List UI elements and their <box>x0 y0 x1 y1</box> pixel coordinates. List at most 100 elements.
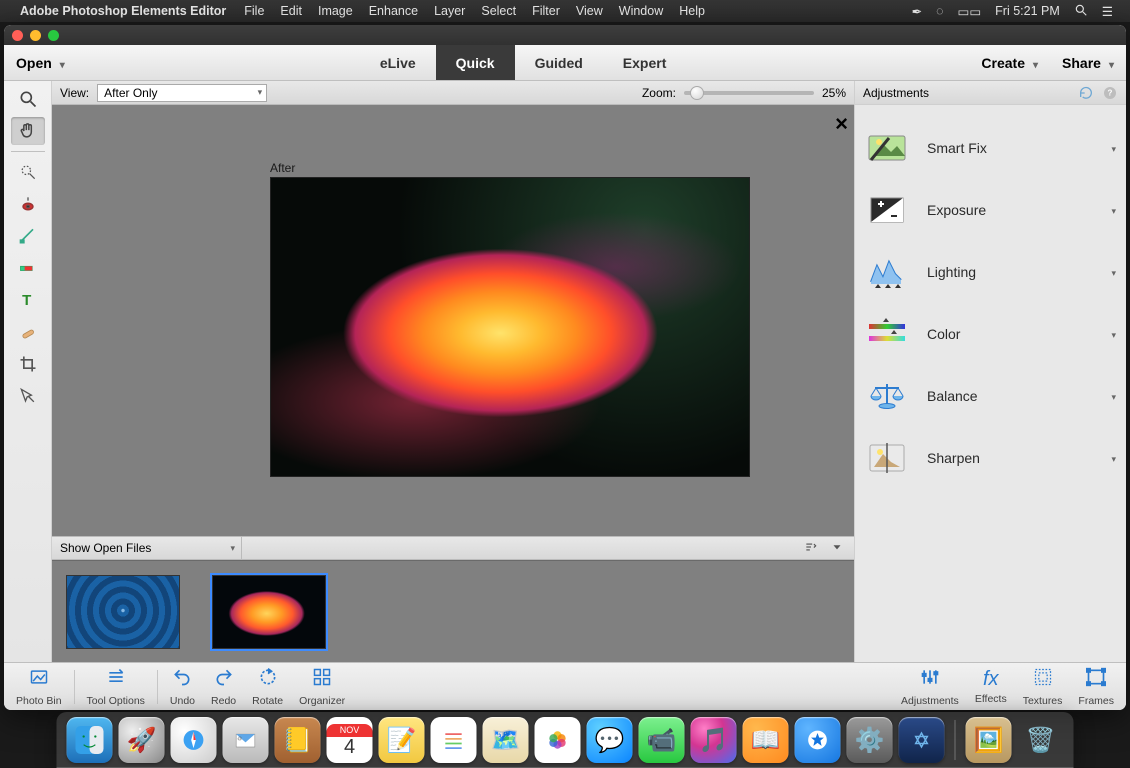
reset-adjustments-icon[interactable] <box>1078 85 1094 101</box>
crop-tool[interactable] <box>11 350 45 378</box>
dock-messages[interactable]: 💬 <box>587 717 633 763</box>
menu-layer[interactable]: Layer <box>434 4 465 18</box>
textures-button[interactable]: Textures <box>1015 665 1071 709</box>
effects-button[interactable]: fxEffects <box>967 665 1015 709</box>
dock-appstore[interactable] <box>795 717 841 763</box>
tool-options-button[interactable]: Tool Options <box>79 665 153 709</box>
close-document-button[interactable]: × <box>835 111 848 137</box>
type-tool[interactable]: T <box>11 286 45 314</box>
displays-status-icon[interactable]: ▭▭ <box>958 4 982 19</box>
organizer-button[interactable]: Organizer <box>291 665 353 709</box>
menu-enhance[interactable]: Enhance <box>369 4 418 18</box>
red-eye-tool[interactable] <box>11 190 45 218</box>
adjustment-exposure[interactable]: Exposure <box>855 179 1126 241</box>
selection-brush-tool[interactable] <box>11 254 45 282</box>
clock[interactable]: Fri 5:21 PM <box>995 4 1060 18</box>
adjustment-sharpen[interactable]: Sharpen <box>855 427 1126 489</box>
dock-facetime[interactable]: 📹 <box>639 717 685 763</box>
creative-cloud-status-icon[interactable]: ◌ <box>936 4 943 18</box>
window-titlebar[interactable] <box>4 25 1126 45</box>
help-icon[interactable]: ? <box>1102 85 1118 101</box>
menu-file[interactable]: File <box>244 4 264 18</box>
menu-help[interactable]: Help <box>679 4 705 18</box>
zoom-slider[interactable] <box>684 91 814 95</box>
menu-filter[interactable]: Filter <box>532 4 560 18</box>
dock-photos[interactable] <box>535 717 581 763</box>
zoom-tool[interactable] <box>11 85 45 113</box>
view-mode-dropdown[interactable]: After Only <box>97 84 267 102</box>
adjustment-label: Color <box>927 326 1093 342</box>
lighting-icon <box>865 254 909 290</box>
menu-window[interactable]: Window <box>619 4 663 18</box>
adjustments-tab-button[interactable]: Adjustments <box>893 665 967 709</box>
dock-calendar[interactable]: NOV 4 <box>327 717 373 763</box>
share-button[interactable]: Share <box>1050 55 1126 71</box>
window-minimize-button[interactable] <box>30 30 41 41</box>
spotlight-icon[interactable] <box>1074 3 1088 20</box>
dock-system-preferences[interactable]: ⚙️ <box>847 717 893 763</box>
dock-ibooks[interactable]: 📖 <box>743 717 789 763</box>
hand-tool[interactable] <box>11 117 45 145</box>
adjustment-smart-fix[interactable]: Smart Fix <box>855 117 1126 179</box>
dock-launchpad[interactable]: 🚀 <box>119 717 165 763</box>
adjustments-icon <box>919 667 941 693</box>
bb-label: Frames <box>1078 695 1114 707</box>
dock-finder[interactable] <box>67 717 113 763</box>
top-toolbar: Open eLive Quick Guided Expert Create Sh… <box>4 45 1126 81</box>
tab-quick[interactable]: Quick <box>436 45 515 80</box>
rotate-button[interactable]: Rotate <box>244 665 291 709</box>
notification-center-icon[interactable]: ☰ <box>1102 4 1113 19</box>
canvas-view-label: After <box>270 161 295 175</box>
chevron-down-icon <box>1109 55 1114 71</box>
dock-reminders[interactable] <box>431 717 477 763</box>
menu-edit[interactable]: Edit <box>280 4 302 18</box>
toolbox: T <box>4 81 52 662</box>
create-button[interactable]: Create <box>969 55 1050 71</box>
whiten-teeth-tool[interactable] <box>11 222 45 250</box>
dock-contacts[interactable]: 📒 <box>275 717 321 763</box>
adjustments-panel: Adjustments ? Smart Fix Exposure <box>854 81 1126 662</box>
dock-mail[interactable]: @ <box>223 717 269 763</box>
window-close-button[interactable] <box>12 30 23 41</box>
dock-downloads[interactable]: 🖼️ <box>966 717 1012 763</box>
chevron-down-icon <box>1111 263 1116 281</box>
svg-text:@: @ <box>237 736 242 741</box>
window-zoom-button[interactable] <box>48 30 59 41</box>
tab-expert[interactable]: Expert <box>603 45 687 80</box>
undo-button[interactable]: Undo <box>162 665 203 709</box>
bin-sort-icon[interactable] <box>804 540 818 557</box>
dock-maps[interactable]: 🗺️ <box>483 717 529 763</box>
dock-safari[interactable] <box>171 717 217 763</box>
photo-bin-button[interactable]: Photo Bin <box>8 665 70 709</box>
adjustment-balance[interactable]: Balance <box>855 365 1126 427</box>
app-name[interactable]: Adobe Photoshop Elements Editor <box>20 4 226 18</box>
dock-photoshop-elements[interactable] <box>899 717 945 763</box>
adjustment-lighting[interactable]: Lighting <box>855 241 1126 303</box>
menu-image[interactable]: Image <box>318 4 353 18</box>
pen-tablet-status-icon[interactable]: ✒︎ <box>912 4 922 19</box>
sharpen-icon <box>865 440 909 476</box>
tab-elive[interactable]: eLive <box>360 45 436 80</box>
dock-itunes[interactable]: 🎵 <box>691 717 737 763</box>
exposure-icon <box>865 192 909 228</box>
menu-select[interactable]: Select <box>481 4 516 18</box>
dock-notes[interactable]: 📝 <box>379 717 425 763</box>
adjustment-color[interactable]: Color <box>855 303 1126 365</box>
bb-label: Organizer <box>299 695 345 707</box>
photo-bin-thumbnail[interactable] <box>66 575 180 649</box>
spot-healing-tool[interactable] <box>11 318 45 346</box>
smart-fix-icon <box>865 130 909 166</box>
tab-guided[interactable]: Guided <box>515 45 603 80</box>
open-button[interactable]: Open <box>4 45 77 80</box>
dock-trash[interactable]: 🗑️ <box>1018 717 1064 763</box>
move-tool[interactable] <box>11 382 45 410</box>
photo-bin-filter-dropdown[interactable]: Show Open Files <box>52 537 242 559</box>
canvas-image[interactable] <box>270 177 750 477</box>
bin-options-icon[interactable] <box>830 540 844 557</box>
quick-selection-tool[interactable] <box>11 158 45 186</box>
frames-button[interactable]: Frames <box>1070 665 1122 709</box>
menu-view[interactable]: View <box>576 4 603 18</box>
zoom-slider-thumb[interactable] <box>690 86 704 100</box>
redo-button[interactable]: Redo <box>203 665 244 709</box>
photo-bin-thumbnail-selected[interactable] <box>212 575 326 649</box>
